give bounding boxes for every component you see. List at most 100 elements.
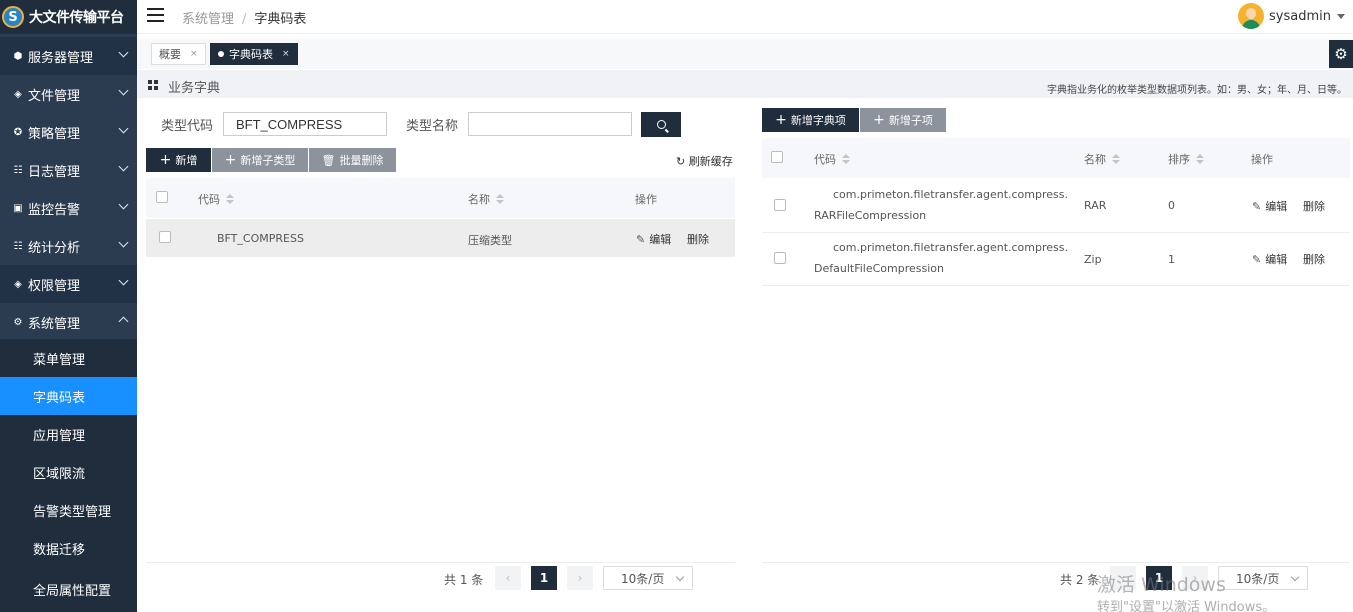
chevron-down-icon: [1290, 572, 1300, 582]
page-size-select[interactable]: 10条/页: [1218, 566, 1308, 590]
row-checkbox[interactable]: [774, 199, 786, 211]
sidebar-subitem-global-config[interactable]: 全局属性配置: [0, 567, 137, 612]
gear-icon: ⚙: [13, 316, 23, 328]
column-header-name[interactable]: 名称: [1084, 151, 1120, 167]
log-icon: ☷: [13, 164, 23, 176]
column-header-code[interactable]: 代码: [198, 191, 234, 207]
table-row[interactable]: BFT_COMPRESS 压缩类型 ✎ 编辑 删除: [146, 219, 735, 257]
select-all-checkbox[interactable]: [156, 191, 168, 203]
chart-icon: ☷: [13, 240, 23, 252]
edit-button[interactable]: ✎ 编辑: [636, 231, 671, 247]
sidebar-subitem-rate-limit[interactable]: 区域限流: [0, 453, 137, 491]
prev-page-button[interactable]: ‹: [495, 566, 521, 590]
tab-label: 概要: [159, 48, 181, 61]
column-header-sort[interactable]: 排序: [1168, 151, 1204, 167]
row-sort: 1: [1168, 253, 1175, 266]
add-subtype-button[interactable]: + 新增子类型: [212, 148, 308, 172]
trash-icon: 🗑: [321, 153, 336, 167]
row-code: BFT_COMPRESS: [217, 232, 304, 245]
batch-delete-button[interactable]: 🗑 批量删除: [309, 148, 396, 172]
breadcrumb-separator: /: [242, 12, 247, 27]
chevron-down-icon: [118, 275, 129, 286]
chevron-down-icon: [118, 161, 129, 172]
active-dot-icon: [218, 51, 224, 57]
hamburger-icon[interactable]: [147, 8, 164, 22]
chevron-down-icon: [118, 47, 129, 58]
right-table-header: 代码 名称 排序 操作: [762, 138, 1350, 178]
user-menu[interactable]: sysadmin: [1238, 3, 1345, 29]
sort-icon: [842, 154, 850, 164]
sort-icon: [1112, 154, 1120, 164]
add-button[interactable]: + 新增: [146, 148, 211, 172]
divider: [146, 562, 735, 563]
table-row[interactable]: com.primeton.filetransfer.agent.compress…: [762, 233, 1350, 286]
type-code-input[interactable]: [223, 112, 387, 136]
sidebar-item-strategy[interactable]: ✪ 策略管理: [0, 113, 137, 151]
sidebar-item-label: 文件管理: [28, 88, 81, 104]
breadcrumb-current: 字典码表: [254, 12, 307, 27]
refresh-cache-button[interactable]: ↻ 刷新缓存: [676, 153, 733, 169]
type-name-input[interactable]: [468, 112, 632, 136]
refresh-icon: ↻: [676, 155, 686, 168]
edit-icon: ✎: [1252, 253, 1262, 266]
sidebar-item-log[interactable]: ☷ 日志管理: [0, 151, 137, 189]
row-checkbox[interactable]: [774, 252, 786, 264]
sidebar-item-label: 监控告警: [28, 202, 81, 218]
column-header-name[interactable]: 名称: [468, 191, 504, 207]
sidebar-item-label: 策略管理: [28, 126, 81, 142]
sidebar: S 大文件传输平台 ⬢ 服务器管理 ◈ 文件管理 ✪ 策略管理 ☷ 日志管理 ▣…: [0, 0, 137, 612]
app-logo[interactable]: S 大文件传输平台: [0, 0, 137, 34]
row-checkbox[interactable]: [159, 231, 171, 243]
column-header-code[interactable]: 代码: [814, 151, 850, 167]
close-icon[interactable]: ×: [190, 49, 198, 59]
sidebar-item-label: 统计分析: [28, 240, 81, 256]
tab-bar: 概要 × 字典码表 ×: [137, 39, 1353, 69]
sidebar-subitem-migration[interactable]: 数据迁移: [0, 529, 137, 567]
sidebar-subitem-dictionary[interactable]: 字典码表: [0, 377, 137, 415]
add-dict-item-button[interactable]: + 新增字典项: [762, 108, 859, 132]
tab-overview[interactable]: 概要 ×: [151, 43, 206, 65]
add-child-item-button[interactable]: + 新增子项: [860, 108, 946, 132]
grid-icon: [148, 80, 158, 90]
sort-icon: [226, 194, 234, 204]
chevron-up-icon: [118, 316, 129, 327]
sidebar-subitem-menu[interactable]: 菜单管理: [0, 339, 137, 377]
sidebar-item-system[interactable]: ⚙ 系统管理: [0, 303, 137, 341]
section-title: 业务字典: [168, 81, 221, 96]
app-logo-icon: S: [2, 6, 24, 28]
sidebar-item-monitor[interactable]: ▣ 监控告警: [0, 189, 137, 227]
table-row[interactable]: com.primeton.filetransfer.agent.compress…: [762, 179, 1350, 233]
windows-activation-watermark: 激活 Windows: [1097, 574, 1226, 596]
sidebar-item-server[interactable]: ⬢ 服务器管理: [0, 37, 137, 75]
left-table-header: 代码 名称 操作: [146, 178, 735, 218]
tab-label: 字典码表: [229, 48, 273, 61]
next-page-button[interactable]: ›: [567, 566, 593, 590]
sidebar-item-file[interactable]: ◈ 文件管理: [0, 75, 137, 113]
row-name: Zip: [1084, 253, 1102, 266]
username: sysadmin: [1269, 8, 1331, 24]
search-button[interactable]: [641, 112, 681, 137]
sidebar-item-stats[interactable]: ☷ 统计分析: [0, 227, 137, 265]
plus-icon: +: [224, 152, 237, 168]
page-size-select[interactable]: 10条/页: [603, 566, 693, 590]
sidebar-item-label: 权限管理: [28, 278, 81, 294]
breadcrumb-item[interactable]: 系统管理: [182, 12, 234, 27]
sidebar-item-permission[interactable]: ◈ 权限管理: [0, 265, 137, 303]
breadcrumb: 系统管理 / 字典码表: [182, 8, 306, 27]
page-number-button[interactable]: 1: [531, 566, 557, 590]
select-all-checkbox[interactable]: [771, 151, 783, 163]
pagination-total: 共 2 条: [1060, 573, 1100, 587]
sidebar-subitem-application[interactable]: 应用管理: [0, 415, 137, 453]
section-header: 业务字典 字典指业务化的枚举类型数据项列表。如：男、女；年、月、日等。: [137, 70, 1353, 98]
monitor-icon: ▣: [13, 202, 23, 214]
settings-gear-button[interactable]: ⚙: [1329, 40, 1353, 68]
edit-button[interactable]: ✎ 编辑: [1252, 251, 1287, 267]
tab-dictionary[interactable]: 字典码表 ×: [210, 43, 298, 65]
edit-button[interactable]: ✎ 编辑: [1252, 198, 1287, 214]
chevron-down-icon: [675, 572, 685, 582]
delete-button[interactable]: 删除: [1303, 198, 1325, 214]
sidebar-subitem-alert-type[interactable]: 告警类型管理: [0, 491, 137, 529]
close-icon[interactable]: ×: [282, 49, 290, 59]
delete-button[interactable]: 删除: [1303, 251, 1325, 267]
delete-button[interactable]: 删除: [687, 231, 709, 247]
